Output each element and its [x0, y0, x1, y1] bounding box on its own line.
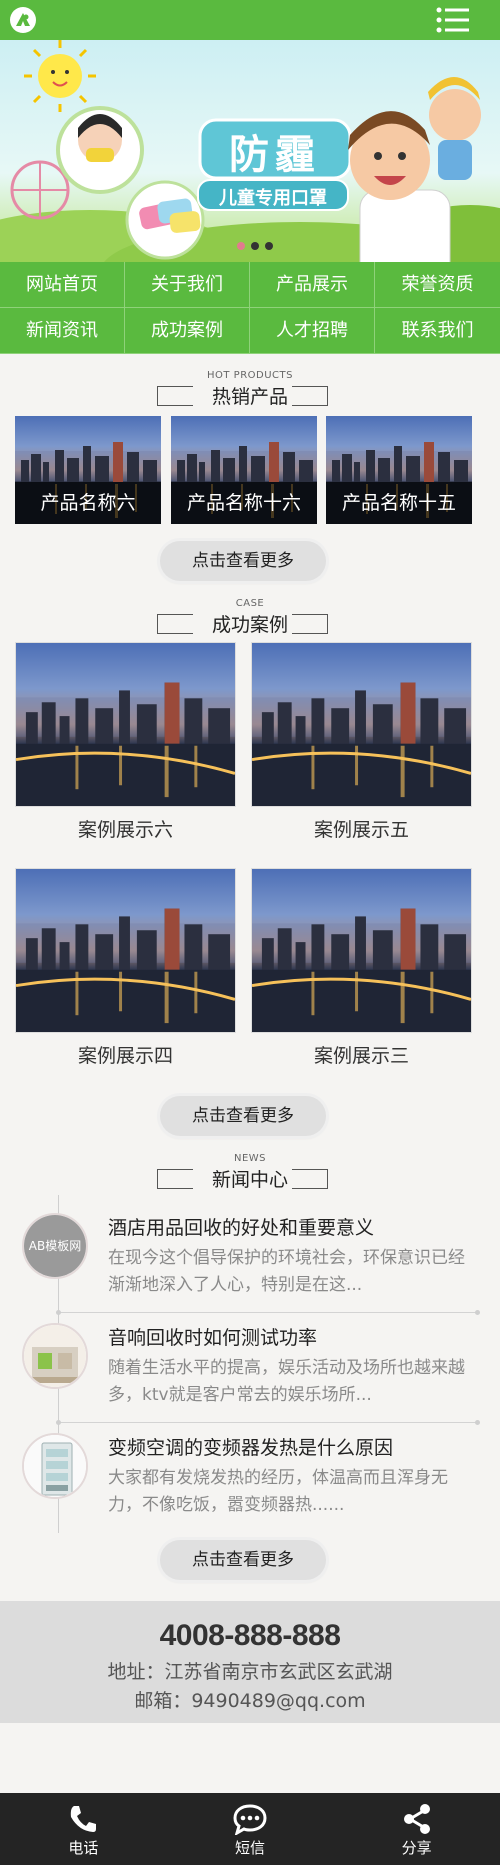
cases-section-title: CASE 成功案例 [0, 598, 500, 636]
contact-phone[interactable]: 4008-888-888 [0, 1619, 500, 1653]
section-title-en: NEWS [233, 1153, 267, 1164]
share-icon [403, 1804, 430, 1834]
cases-more-button[interactable]: 点击查看更多 [160, 1096, 326, 1136]
product-name: 产品名称六 [15, 482, 161, 524]
news-section-title: NEWS 新闻中心 [0, 1153, 500, 1191]
news-thumbnail: AB模板网 [22, 1213, 88, 1279]
news-summary: 随着生活水平的提高，娱乐活动及场所也越来越多，ktv就是客户常去的娱乐场所... [108, 1358, 465, 1405]
products-section-title: HOT PRODUCTS 热销产品 [0, 370, 500, 408]
section-title-cn: 新闻中心 [211, 1169, 288, 1191]
news-item[interactable]: 音响回收时如何测试功率 随着生活水平的提高，娱乐活动及场所也越来越多，ktv就是… [0, 1313, 500, 1425]
nav-item-contact[interactable]: 联系我们 [375, 308, 500, 354]
menu-list-icon[interactable] [436, 6, 470, 34]
slider-dots [237, 242, 273, 250]
slider-dot[interactable] [237, 242, 245, 250]
thumbnail-label: AB模板网 [28, 1239, 82, 1253]
product-name: 产品名称十六 [171, 482, 317, 524]
case-card[interactable]: 案例展示四 [15, 868, 236, 1068]
news-thumbnail [22, 1323, 88, 1389]
section-title-en: CASE [235, 598, 265, 609]
nav-item-cases[interactable]: 成功案例 [125, 308, 250, 354]
banner-slider[interactable]: 防霾 儿童专用口罩 [0, 40, 500, 262]
news-thumbnail [22, 1433, 88, 1499]
products-more-button[interactable]: 点击查看更多 [160, 541, 326, 581]
news-more-button[interactable]: 点击查看更多 [160, 1540, 326, 1580]
nav-item-home[interactable]: 网站首页 [0, 262, 125, 308]
news-item[interactable]: AB模板网 酒店用品回收的好处和重要意义 在现今这个倡导保护的环境社会，环保意识… [0, 1203, 500, 1315]
header [0, 0, 500, 40]
news-item[interactable]: 变频空调的变频器发热是什么原因 大家都有发烧发热的经历，体温高而且浑身无力，不像… [0, 1423, 500, 1533]
bottom-bar: 电话 短信 分享 [0, 1793, 500, 1865]
case-name: 案例展示六 [77, 819, 173, 841]
case-image [251, 642, 472, 807]
section-title-cn: 成功案例 [211, 614, 288, 636]
case-image [15, 642, 236, 807]
news-title[interactable]: 变频空调的变频器发热是什么原因 [108, 1433, 393, 1460]
phone-icon [71, 1806, 97, 1832]
contact-block: 4008-888-888 地址：江苏省南京市玄武区玄武湖 邮箱：9490489@… [0, 1601, 500, 1723]
case-name: 案例展示四 [77, 1045, 173, 1067]
case-image [251, 868, 472, 1033]
case-name: 案例展示三 [313, 1045, 409, 1067]
product-card[interactable]: 产品名称十五 [326, 416, 472, 524]
product-card[interactable]: 产品名称十六 [171, 416, 317, 524]
product-name: 产品名称十五 [326, 482, 472, 524]
nav-item-products[interactable]: 产品展示 [250, 262, 375, 308]
banner-subtitle: 儿童专用口罩 [219, 188, 327, 209]
share-button[interactable]: 分享 [333, 1793, 500, 1865]
nav-item-honors[interactable]: 荣誉资质 [375, 262, 500, 308]
case-card[interactable]: 案例展示五 [251, 642, 472, 842]
news-title[interactable]: 音响回收时如何测试功率 [108, 1323, 317, 1350]
product-card[interactable]: 产品名称六 [15, 416, 161, 524]
news-summary: 在现今这个倡导保护的环境社会，环保意识已经渐渐地深入了人心，特别是在这... [108, 1248, 465, 1295]
nav-item-news[interactable]: 新闻资讯 [0, 308, 125, 354]
section-title-cn: 热销产品 [211, 386, 288, 408]
main-nav: 网站首页 关于我们 产品展示 荣誉资质 新闻资讯 成功案例 人才招聘 联系我们 [0, 262, 500, 354]
nav-item-about[interactable]: 关于我们 [125, 262, 250, 308]
call-button[interactable]: 电话 [0, 1793, 167, 1865]
contact-email[interactable]: 邮箱：9490489@qq.com [0, 1686, 500, 1713]
case-card[interactable]: 案例展示三 [251, 868, 472, 1068]
case-name: 案例展示五 [313, 819, 409, 841]
sms-button[interactable]: 短信 [167, 1793, 334, 1865]
logo-circle-icon[interactable] [10, 7, 36, 33]
case-image [15, 868, 236, 1033]
slider-dot[interactable] [265, 242, 273, 250]
slider-dot[interactable] [251, 242, 259, 250]
nav-item-jobs[interactable]: 人才招聘 [250, 308, 375, 354]
bottom-bar-label: 分享 [401, 1839, 432, 1857]
bottom-bar-label: 短信 [235, 1839, 266, 1857]
contact-address: 地址：江苏省南京市玄武区玄武湖 [107, 1661, 393, 1683]
banner-title: 防霾 [229, 132, 321, 178]
case-card[interactable]: 案例展示六 [15, 642, 236, 842]
news-title[interactable]: 酒店用品回收的好处和重要意义 [108, 1213, 374, 1240]
sms-icon [233, 1804, 267, 1835]
news-summary: 大家都有发烧发热的经历，体温高而且浑身无力，不像吃饭，嚣变频器热...... [108, 1468, 448, 1515]
bottom-bar-label: 电话 [68, 1839, 99, 1857]
section-title-en: HOT PRODUCTS [207, 370, 293, 381]
